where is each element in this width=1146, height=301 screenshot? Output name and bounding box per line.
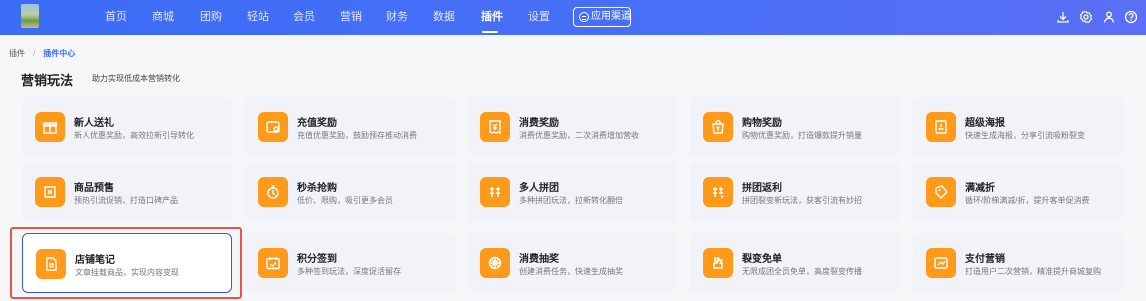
plugin-card-title: 消费抽奖 (519, 254, 559, 265)
plugin-card-description: 拼团裂变新玩法，获客引流有妙招 (742, 196, 862, 205)
presale-icon (35, 177, 65, 207)
free-order-icon (703, 248, 733, 278)
group-buy-icon (480, 177, 510, 207)
plugin-card[interactable]: 裂变免单无限成团全员免单，高度裂变传播 (690, 233, 900, 293)
plugin-card[interactable]: 新人送礼新人优惠奖励，高效拉新引导转化 (22, 97, 232, 157)
nav-item-3[interactable]: 轻站 (247, 11, 269, 24)
nav-item-7[interactable]: 数据 (433, 11, 455, 24)
plugin-card[interactable]: 积分签到多种签到玩法，深度促活留存 (245, 233, 455, 293)
nav-item-2[interactable]: 团购 (200, 11, 222, 24)
app-channel-button[interactable]: 应用渠道 (573, 7, 631, 27)
poster-icon (926, 112, 956, 142)
plugin-card-description: 充值优惠奖励，鼓励预存推动消费 (297, 131, 417, 140)
gift-box-icon (35, 112, 65, 142)
plugin-card-description: 多种签到玩法，深度促活留存 (297, 267, 401, 276)
nav-item-1[interactable]: 商城 (152, 11, 174, 24)
section-subtitle: 助力实现低成本营销转化 (92, 74, 180, 83)
store-logo[interactable] (21, 4, 39, 28)
nav-item-4[interactable]: 会员 (293, 11, 315, 24)
lottery-icon (480, 248, 510, 278)
plugin-card-title: 多人拼团 (519, 183, 559, 194)
plugin-card-description: 新人优惠奖励，高效拉新引导转化 (74, 131, 194, 140)
plugin-card-title: 秒杀抢购 (297, 183, 337, 194)
highlight-frame (10, 227, 242, 299)
plugin-card[interactable]: 消费奖励消费优惠奖励，二次消费增加营收 (467, 97, 677, 157)
plugin-card-description: 打造用户二次营销，精准提升商城复购 (965, 267, 1101, 276)
plugin-card-description: 循环/阶梯满减/折，提升客单促消费 (965, 196, 1090, 205)
plugin-card[interactable]: 满减折循环/阶梯满减/折，提升客单促消费 (913, 162, 1123, 222)
breadcrumb-current: 插件中心 (43, 49, 76, 58)
nav-item-5[interactable]: 营销 (340, 11, 362, 24)
download-icon[interactable] (1056, 10, 1070, 24)
plugin-card[interactable]: 充值奖励充值优惠奖励，鼓励预存推动消费 (245, 97, 455, 157)
group-rebate-icon (703, 177, 733, 207)
breadcrumb-root[interactable]: 插件 (9, 49, 25, 58)
plugin-card[interactable]: 商品预售预热引流促销，打造口碑产品 (22, 162, 232, 222)
bag-yuan-icon (703, 112, 733, 142)
active-nav-indicator (482, 31, 498, 33)
nav-item-6[interactable]: 财务 (386, 11, 408, 24)
nav-item-9[interactable]: 设置 (528, 11, 550, 24)
plugin-card-title: 购物奖励 (742, 118, 782, 129)
nav-item-0[interactable]: 首页 (105, 11, 127, 24)
top-navigation-bar: 首页 商城 团购 轻站 会员 营销 财务 数据 插件 设置 应用渠道 (0, 0, 1146, 35)
calendar-check-icon (258, 248, 288, 278)
breadcrumb: 插件 / 插件中心 (9, 49, 76, 58)
channel-icon (579, 12, 589, 22)
plugin-card-description: 多种拼团玩法，拉新转化翻倍 (519, 196, 623, 205)
section-title: 营销玩法 (21, 73, 74, 88)
plugin-card-title: 支付营销 (965, 254, 1005, 265)
plugin-card[interactable]: 超级海报快速生成海报，分享引流吸粉裂变 (913, 97, 1123, 157)
plugin-card-description: 低价、限购，吸引更多会员 (297, 196, 393, 205)
plugin-card-title: 积分签到 (297, 254, 337, 265)
plugin-card-description: 无限成团全员免单，高度裂变传播 (742, 267, 862, 276)
plugin-card-description: 快速生成海报，分享引流吸粉裂变 (965, 131, 1085, 140)
help-icon[interactable] (1124, 10, 1138, 24)
plugin-card-title: 裂变免单 (742, 254, 782, 265)
discount-tag-icon (926, 177, 956, 207)
plugin-card[interactable]: 消费抽奖创建消费任务，快速生成抽奖 (467, 233, 677, 293)
plugin-card[interactable]: 拼团返利拼团裂变新玩法，获客引流有妙招 (690, 162, 900, 222)
nav-item-8[interactable]: 插件 (481, 11, 503, 24)
stopwatch-icon (258, 177, 288, 207)
plugin-card-description: 购物优惠奖励，打造爆款提升销量 (742, 131, 862, 140)
plugin-card[interactable]: 支付营销打造用户二次营销，精准提升商城复购 (913, 233, 1123, 293)
plugin-card[interactable]: 购物奖励购物优惠奖励，打造爆款提升销量 (690, 97, 900, 157)
receipt-yuan-icon (480, 112, 510, 142)
plugin-card-title: 满减折 (965, 183, 995, 194)
gear-icon[interactable] (1079, 10, 1093, 24)
wallet-icon (258, 112, 288, 142)
plugin-card-description: 创建消费任务，快速生成抽奖 (519, 267, 623, 276)
app-channel-label: 应用渠道 (591, 11, 631, 22)
user-icon[interactable] (1102, 10, 1116, 24)
plugin-card-title: 消费奖励 (519, 118, 559, 129)
plugin-card-title: 拼团返利 (742, 183, 782, 194)
plugin-card-title: 商品预售 (74, 183, 114, 194)
plugin-card-title: 充值奖励 (297, 118, 337, 129)
payment-icon (926, 248, 956, 278)
plugin-card-description: 预热引流促销，打造口碑产品 (74, 196, 178, 205)
plugin-card[interactable]: 秒杀抢购低价、限购，吸引更多会员 (245, 162, 455, 222)
plugin-card-description: 消费优惠奖励，二次消费增加营收 (519, 131, 639, 140)
plugin-card[interactable]: 多人拼团多种拼团玩法，拉新转化翻倍 (467, 162, 677, 222)
plugin-card-title: 超级海报 (965, 118, 1005, 129)
plugin-card-title: 新人送礼 (74, 118, 114, 129)
